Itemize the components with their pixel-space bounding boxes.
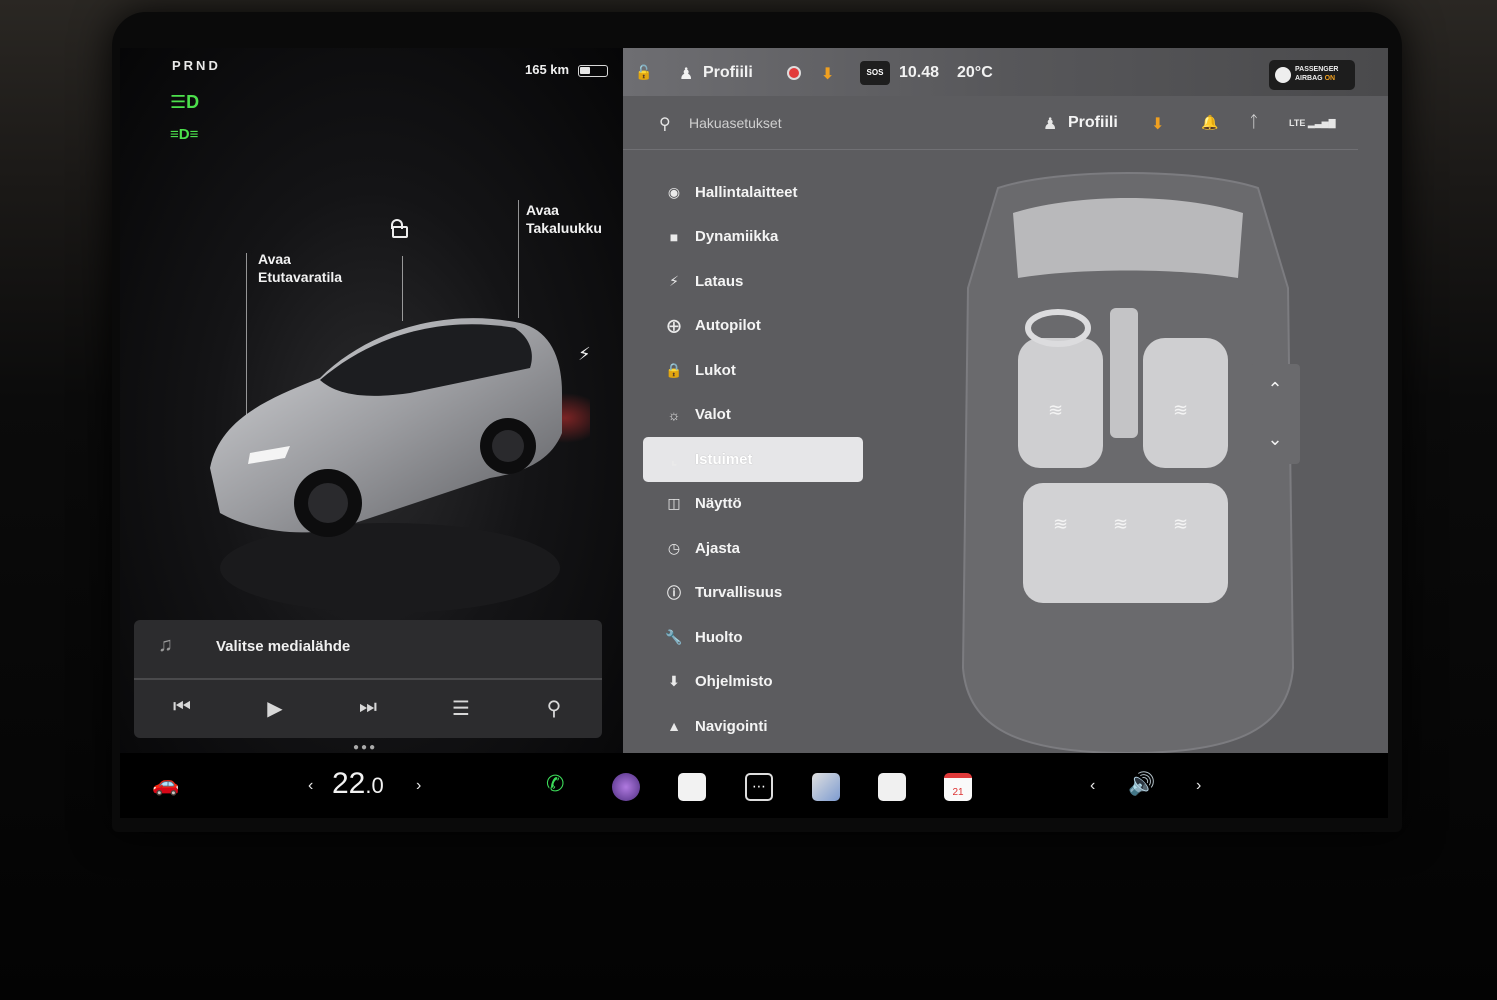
equalizer-icon[interactable]: ☰: [441, 696, 481, 721]
bluetooth-icon[interactable]: ᛏ: [1249, 114, 1259, 132]
clock-icon: ◷: [667, 539, 681, 556]
range-readout: 165 km: [525, 62, 570, 77]
music-note-icon: ♫: [158, 634, 173, 656]
settings-search-input[interactable]: [689, 115, 989, 131]
profile-button[interactable]: Profiili: [1068, 114, 1118, 132]
bottom-dock: 🚗 ‹ 22.0 › ✆ ⋯ 21 ‹ 🔊 ›: [120, 753, 1388, 818]
seat-heater-icon[interactable]: ≋: [1048, 400, 1063, 421]
airbag-icon: [1275, 67, 1291, 83]
menu-item-lukot[interactable]: 🔒 Lukot: [643, 348, 863, 393]
download-icon[interactable]: ⬇: [1151, 114, 1164, 134]
clock-time: 10.48: [899, 64, 940, 81]
seat-heater-icon[interactable]: ≋: [1173, 514, 1188, 535]
media-progress-bar[interactable]: [134, 678, 602, 680]
menu-item-lataus[interactable]: ⚡ Lataus: [643, 259, 863, 304]
chevron-down-icon[interactable]: ⌄: [1250, 414, 1300, 464]
profile-button[interactable]: Profiili: [703, 64, 753, 82]
dashcam-record-icon[interactable]: [787, 66, 801, 80]
seat-heater-icon[interactable]: ≋: [1113, 514, 1128, 535]
menu-item-navigointi[interactable]: ▲ Navigointi: [643, 704, 863, 749]
page-indicator: ●●●: [353, 742, 378, 753]
settings-panel: 🔓 ♟ Profiili ⬇ SOS 10.48 20°C PASSENGER …: [623, 48, 1388, 753]
seat-heater-icon[interactable]: ≋: [1053, 514, 1068, 535]
open-trunk-callout[interactable]: Avaa Takaluukku: [526, 201, 602, 237]
bolt-icon: ⚡: [669, 272, 679, 289]
battery-icon: [578, 65, 608, 77]
bell-icon[interactable]: 🔔: [1201, 114, 1218, 131]
calendar-icon[interactable]: 21: [944, 773, 972, 801]
touchscreen: PRND 165 km ☰D ≡D≡ Avaa Etutavaratila Av…: [120, 48, 1388, 818]
car-icon[interactable]: 🚗: [152, 771, 179, 797]
download-icon: ⬇: [668, 673, 680, 690]
previous-track-icon[interactable]: ⏮: [162, 696, 202, 719]
chevron-right-icon[interactable]: ›: [1196, 777, 1201, 795]
status-bar: 🔓 ♟ Profiili ⬇ SOS 10.48 20°C PASSENGER …: [623, 48, 1388, 96]
chevron-left-icon[interactable]: ‹: [1090, 777, 1095, 795]
settings-menu: ◉ Hallintalaitteet ■ Dynamiikka ⚡ Lataus ⨁ A…: [643, 170, 883, 749]
seat-icon: ⌞: [670, 450, 678, 467]
passenger-airbag-status: PASSENGER AIRBAG ON: [1269, 60, 1355, 90]
next-track-icon[interactable]: ⏭: [348, 696, 388, 719]
search-icon[interactable]: ⚲: [534, 696, 574, 721]
menu-item-ohjelmisto[interactable]: ⬇ Ohjelmisto: [643, 660, 863, 705]
menu-item-autopilot[interactable]: ⨁ Autopilot: [643, 304, 863, 349]
menu-item-valot[interactable]: ☼ Valot: [643, 393, 863, 438]
lte-signal-icon: LTE ▂▃▅▇: [1289, 118, 1336, 128]
car-panel: PRND 165 km ☰D ≡D≡ Avaa Etutavaratila Av…: [120, 48, 623, 753]
open-frunk-callout[interactable]: Avaa Etutavaratila: [258, 250, 342, 286]
toybox-icon[interactable]: [878, 773, 906, 801]
volume-icon[interactable]: 🔊: [1128, 771, 1155, 797]
headlights-icon: ☰D: [170, 92, 200, 112]
wrench-icon: 🔧: [665, 628, 683, 645]
rear-seat-bench[interactable]: [1023, 483, 1228, 603]
download-icon[interactable]: ⬇: [821, 64, 834, 84]
menu-item-huolto[interactable]: 🔧 Huolto: [643, 615, 863, 660]
seat-heater-icon[interactable]: ≋: [1173, 400, 1188, 421]
profile-icon[interactable]: ♟: [1043, 114, 1057, 134]
sun-icon: ☼: [667, 406, 681, 423]
search-icon: ⚲: [659, 116, 671, 133]
menu-item-hallintalaitteet[interactable]: ◉ Hallintalaitteet: [643, 170, 863, 215]
more-apps-icon[interactable]: ⋯: [745, 773, 773, 801]
menu-item-turvallisuus[interactable]: ⓘ Turvallisuus: [643, 571, 863, 616]
profile-icon[interactable]: ♟: [679, 64, 693, 84]
outside-temperature: 20°C: [957, 64, 993, 81]
sos-button[interactable]: SOS: [860, 61, 890, 85]
info-icon: ⓘ: [667, 584, 681, 601]
notes-icon[interactable]: [678, 773, 706, 801]
media-source-title[interactable]: Valitse medialähde: [216, 638, 350, 655]
photo-frame: PRND 165 km ☰D ≡D≡ Avaa Etutavaratila Av…: [0, 0, 1497, 1000]
scroll-arrows: ⌃ ⌄: [1250, 364, 1300, 464]
cabin-temperature[interactable]: 22.0: [332, 767, 384, 801]
map-icon[interactable]: [812, 773, 840, 801]
lock-icon[interactable]: 🔓: [635, 64, 652, 81]
gear-selector[interactable]: PRND: [172, 58, 221, 73]
menu-item-ajasta[interactable]: ◷ Ajasta: [643, 526, 863, 571]
display-icon: ◫: [667, 495, 681, 512]
unlock-icon[interactable]: [392, 226, 408, 238]
play-icon[interactable]: ▶: [255, 696, 295, 721]
fog-lights-icon: ≡D≡: [170, 126, 199, 143]
menu-item-dynamiikka[interactable]: ■ Dynamiikka: [643, 215, 863, 260]
lock-icon: 🔒: [665, 361, 683, 378]
media-player: ♫ Valitse medialähde ⏮ ▶ ⏭ ☰ ⚲: [134, 620, 602, 738]
phone-icon[interactable]: ✆: [546, 771, 564, 797]
chevron-right-icon[interactable]: ›: [416, 777, 421, 795]
navigation-icon: ▲: [667, 718, 681, 735]
toggle-icon: ◉: [667, 183, 681, 200]
car-icon: ■: [669, 228, 679, 245]
menu-item-naytto[interactable]: ◫ Näyttö: [643, 482, 863, 527]
chevron-left-icon[interactable]: ‹: [308, 777, 313, 795]
steering-wheel-icon: ⨁: [667, 317, 681, 334]
settings-search-row: ⚲ ♟ Profiili ⬇ 🔔 ᛏ LTE ▂▃▅▇: [623, 100, 1358, 150]
chevron-up-icon[interactable]: ⌃: [1250, 364, 1300, 414]
car-render: [210, 318, 590, 613]
menu-item-istuimet[interactable]: ⌞ Istuimet: [643, 437, 863, 482]
camera-icon[interactable]: [612, 773, 640, 801]
